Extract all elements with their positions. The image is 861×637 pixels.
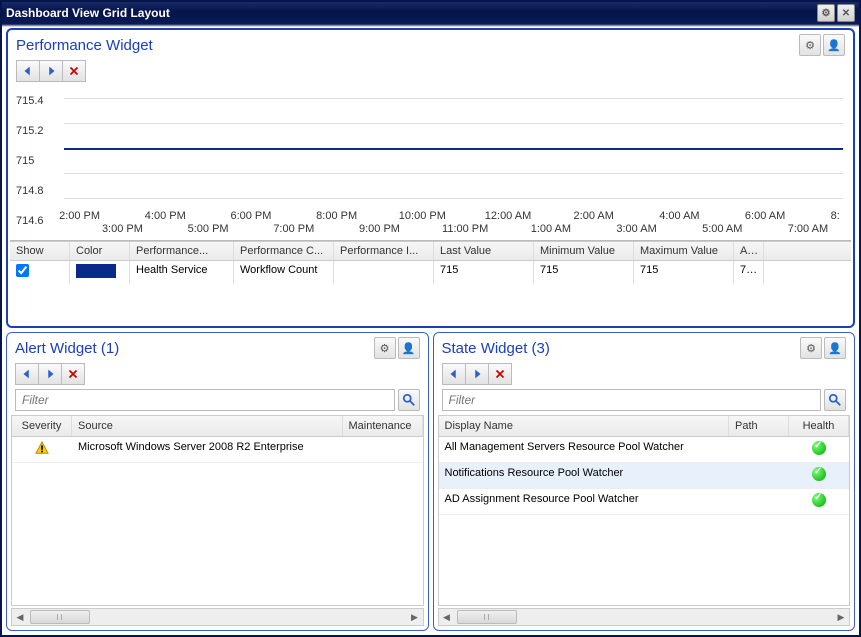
titlebar-tool-button-1[interactable]: ⚙: [817, 4, 835, 22]
col-color[interactable]: Color: [70, 242, 130, 260]
scroll-thumb[interactable]: [30, 610, 90, 624]
nav-forward-button[interactable]: [39, 60, 63, 82]
nav-delete-button[interactable]: [61, 363, 85, 385]
dashboard-window: Dashboard View Grid Layout ⚙ ✕ Performan…: [0, 0, 861, 637]
alert-search-button[interactable]: [398, 389, 420, 411]
delete-x-icon: [66, 367, 80, 381]
chart-series-line: [64, 148, 843, 150]
col-perf-counter[interactable]: Performance C...: [234, 242, 334, 260]
widget-personalize-button[interactable]: 👤: [823, 34, 845, 56]
y-tick: 714.6: [16, 215, 44, 227]
arrow-right-icon: [43, 367, 57, 381]
widget-settings-button[interactable]: ⚙: [374, 337, 396, 359]
y-tick: 715: [16, 155, 34, 167]
alert-hscrollbar[interactable]: ◀ ▶: [11, 608, 424, 626]
state-row[interactable]: All Management Servers Resource Pool Wat…: [439, 437, 850, 463]
col-show[interactable]: Show: [10, 242, 70, 260]
col-maintenance[interactable]: Maintenance: [343, 416, 423, 436]
col-path[interactable]: Path: [729, 416, 789, 436]
legend-row[interactable]: Health Service Workflow Count 715 715 71…: [10, 261, 851, 284]
arrow-right-icon: [470, 367, 484, 381]
performance-chart: 715.4 715.2 715 714.8 714.6 2:00 PM: [16, 86, 845, 236]
nav-forward-button[interactable]: [465, 363, 489, 385]
col-source[interactable]: Source: [72, 416, 343, 436]
col-avg-value[interactable]: Ave: [734, 242, 764, 260]
scroll-right-icon[interactable]: ▶: [833, 609, 849, 625]
state-hscrollbar[interactable]: ◀ ▶: [438, 608, 851, 626]
alert-widget-title: Alert Widget (1): [15, 340, 119, 357]
nav-back-button[interactable]: [442, 363, 466, 385]
arrow-right-icon: [44, 64, 58, 78]
col-max-value[interactable]: Maximum Value: [634, 242, 734, 260]
scroll-left-icon[interactable]: ◀: [12, 609, 28, 625]
delete-x-icon: [493, 367, 507, 381]
arrow-left-icon: [447, 367, 461, 381]
y-tick: 715.2: [16, 125, 44, 137]
col-health[interactable]: Health: [789, 416, 849, 436]
state-row[interactable]: Notifications Resource Pool Watcher: [439, 463, 850, 489]
legend-show-checkbox[interactable]: [16, 264, 29, 277]
scroll-thumb[interactable]: [457, 610, 517, 624]
state-widget-title: State Widget (3): [442, 340, 550, 357]
titlebar: Dashboard View Grid Layout ⚙ ✕: [2, 2, 859, 24]
alert-grid: Severity Source Maintenance Microsoft Wi…: [11, 415, 424, 606]
x-axis: 2:00 PM 4:00 PM 6:00 PM 8:00 PM 10:00 PM…: [64, 210, 843, 236]
arrow-left-icon: [20, 367, 34, 381]
window-title: Dashboard View Grid Layout: [6, 6, 170, 20]
nav-delete-button[interactable]: [62, 60, 86, 82]
widget-personalize-button[interactable]: 👤: [398, 337, 420, 359]
nav-back-button[interactable]: [16, 60, 40, 82]
widget-settings-button[interactable]: ⚙: [799, 34, 821, 56]
col-severity[interactable]: Severity: [12, 416, 72, 436]
state-row[interactable]: AD Assignment Resource Pool Watcher: [439, 489, 850, 515]
alert-widget: Alert Widget (1) ⚙ 👤: [6, 332, 429, 631]
alert-filter-input[interactable]: [15, 389, 395, 411]
dashboard-content: Performance Widget ⚙ 👤 715: [2, 24, 859, 635]
health-ok-icon: [812, 441, 826, 455]
y-tick: 714.8: [16, 185, 44, 197]
search-icon: [828, 393, 842, 407]
state-widget: State Widget (3) ⚙ 👤: [433, 332, 856, 631]
search-icon: [402, 393, 416, 407]
arrow-left-icon: [21, 64, 35, 78]
state-grid: Display Name Path Health All Management …: [438, 415, 851, 606]
col-perf-object[interactable]: Performance...: [130, 242, 234, 260]
scroll-left-icon[interactable]: ◀: [439, 609, 455, 625]
widget-personalize-button[interactable]: 👤: [824, 337, 846, 359]
alert-row[interactable]: Microsoft Windows Server 2008 R2 Enterpr…: [12, 437, 423, 463]
legend-color-swatch: [76, 264, 116, 278]
nav-back-button[interactable]: [15, 363, 39, 385]
nav-delete-button[interactable]: [488, 363, 512, 385]
delete-x-icon: [67, 64, 81, 78]
performance-widget: Performance Widget ⚙ 👤 715: [6, 28, 855, 328]
col-perf-instance[interactable]: Performance I...: [334, 242, 434, 260]
y-tick: 715.4: [16, 95, 44, 107]
scroll-right-icon[interactable]: ▶: [407, 609, 423, 625]
state-filter-input[interactable]: [442, 389, 822, 411]
col-display-name[interactable]: Display Name: [439, 416, 730, 436]
performance-widget-title: Performance Widget: [16, 37, 153, 54]
state-search-button[interactable]: [824, 389, 846, 411]
warning-icon: [35, 441, 49, 455]
performance-legend-table: Show Color Performance... Performance C.…: [10, 240, 851, 284]
titlebar-tool-button-2[interactable]: ✕: [837, 4, 855, 22]
widget-settings-button[interactable]: ⚙: [800, 337, 822, 359]
col-min-value[interactable]: Minimum Value: [534, 242, 634, 260]
col-last-value[interactable]: Last Value: [434, 242, 534, 260]
health-ok-icon: [812, 493, 826, 507]
health-ok-icon: [812, 467, 826, 481]
nav-forward-button[interactable]: [38, 363, 62, 385]
